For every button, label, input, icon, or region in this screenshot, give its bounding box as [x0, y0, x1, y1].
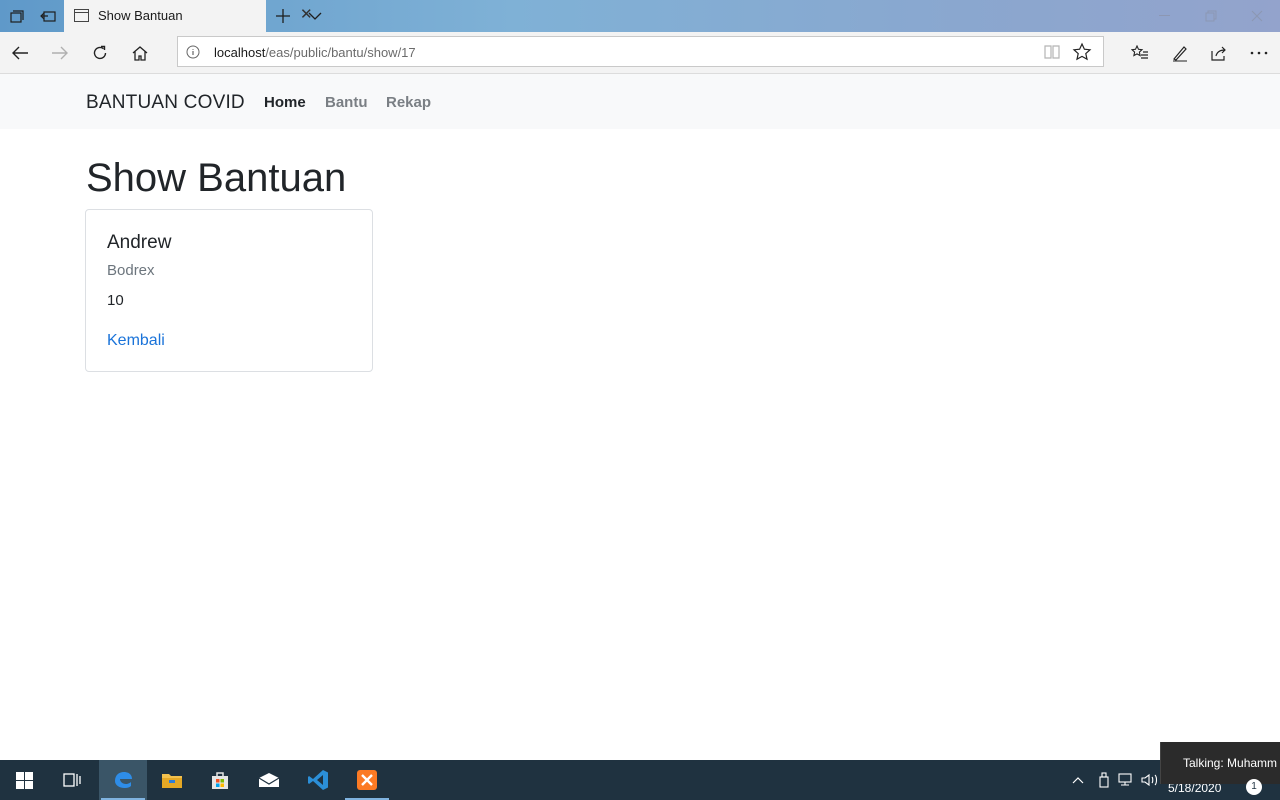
card-title-name: Andrew [107, 232, 172, 253]
url-host: localhost [214, 45, 266, 60]
bantuan-card: Andrew Bodrex 10 Kembali [85, 209, 373, 372]
chevron-down-icon[interactable] [302, 4, 328, 28]
new-tab-icon[interactable] [270, 4, 296, 28]
store-icon[interactable] [196, 760, 244, 800]
back-arrow-icon[interactable] [2, 37, 38, 69]
edge-browser-icon[interactable] [99, 760, 147, 800]
mail-icon[interactable] [245, 760, 293, 800]
page-icon [74, 9, 89, 22]
browser-tab-bar: Show Bantuan ✕ [0, 0, 1280, 32]
page-title: Show Bantuan [86, 156, 347, 200]
nav-bantu-link[interactable]: Bantu [325, 94, 368, 111]
tab-title: Show Bantuan [98, 8, 183, 23]
address-bar[interactable]: localhost/eas/public/bantu/show/17 [177, 36, 1104, 67]
forward-arrow-icon[interactable] [42, 37, 78, 69]
nav-rekap-link[interactable]: Rekap [386, 94, 431, 111]
url-path: /eas/public/bantu/show/17 [265, 45, 416, 60]
notification-count-badge[interactable]: 1 [1246, 779, 1262, 795]
nav-home-link[interactable]: Home [264, 94, 306, 111]
pen-notes-icon[interactable] [1162, 37, 1198, 69]
restore-icon[interactable] [1188, 0, 1234, 32]
usb-device-icon[interactable] [1094, 770, 1114, 790]
info-icon[interactable] [186, 45, 200, 59]
network-icon[interactable] [1116, 770, 1136, 790]
star-favorite-icon[interactable] [1072, 42, 1092, 62]
chevron-up-icon[interactable] [1068, 770, 1088, 790]
home-icon[interactable] [122, 37, 158, 69]
xampp-icon[interactable] [343, 760, 391, 800]
site-brand[interactable]: BANTUAN COVID [86, 92, 245, 114]
toast-text: Talking: Muhamm [1183, 756, 1278, 770]
close-window-icon[interactable] [1234, 0, 1280, 32]
browser-toolbar: localhost/eas/public/bantu/show/17 [0, 32, 1280, 74]
url-text[interactable]: localhost/eas/public/bantu/show/17 [214, 45, 416, 60]
reading-view-icon[interactable] [1042, 43, 1062, 61]
tab-actions-icon[interactable] [0, 0, 32, 32]
card-subtitle-item: Bodrex [107, 262, 155, 279]
file-explorer-icon[interactable] [148, 760, 196, 800]
refresh-icon[interactable] [82, 37, 118, 69]
tab-show-bantuan[interactable]: Show Bantuan ✕ [64, 0, 313, 32]
task-view-icon[interactable] [48, 760, 96, 800]
windows-taskbar: 5/18/2020 [0, 760, 1280, 800]
more-options-icon[interactable] [1241, 37, 1277, 69]
card-quantity: 10 [107, 292, 124, 309]
site-navbar: BANTUAN COVID Home Bantu Rekap [0, 74, 1280, 129]
set-aside-tabs-icon[interactable] [32, 0, 64, 32]
windows-start-icon[interactable] [0, 760, 48, 800]
minimize-icon[interactable] [1142, 0, 1188, 32]
vscode-icon[interactable] [294, 760, 342, 800]
back-link[interactable]: Kembali [107, 332, 165, 350]
volume-icon[interactable] [1140, 770, 1160, 790]
share-icon[interactable] [1201, 37, 1237, 69]
notification-toast[interactable]: Talking: Muhamm [1160, 742, 1280, 784]
favorites-icon[interactable] [1122, 37, 1158, 69]
